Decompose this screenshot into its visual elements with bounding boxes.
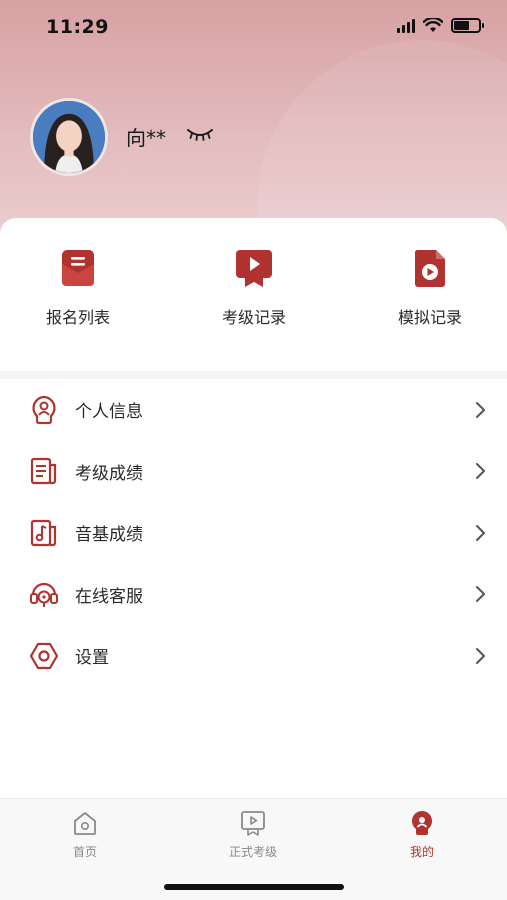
chevron-right-icon	[476, 401, 485, 418]
profile-icon	[412, 811, 432, 835]
quick-action-label: 模拟记录	[397, 308, 462, 327]
tab-home[interactable]: 首页	[30, 809, 140, 860]
eye-closed-icon[interactable]	[186, 124, 214, 144]
settings-icon	[29, 642, 59, 669]
quick-action-registration-list[interactable]: 报名列表	[8, 248, 148, 328]
menu-item-exam-scores[interactable]: 考级成绩	[0, 441, 507, 503]
menu-item-label: 个人信息	[75, 402, 143, 423]
play-video-icon	[236, 250, 272, 287]
menu-item-label: 考级成绩	[75, 463, 143, 484]
menu-list: 个人信息 考级成绩 音基成绩 在线客服 设置	[0, 379, 507, 687]
menu-item-label: 在线客服	[75, 586, 143, 607]
quick-actions-card: 报名列表 考级记录 模拟记录	[0, 218, 507, 373]
avatar-photo	[33, 101, 105, 173]
section-divider	[0, 371, 507, 379]
menu-item-personal-info[interactable]: 个人信息	[0, 379, 507, 441]
chevron-right-icon	[476, 586, 485, 603]
chevron-right-icon	[476, 463, 485, 480]
status-icons	[397, 18, 484, 33]
headset-icon	[30, 583, 58, 608]
status-time: 11:29	[46, 16, 109, 38]
home-icon	[74, 812, 96, 835]
grade-doc-icon	[30, 458, 57, 485]
tab-formal-exam[interactable]: 正式考级	[198, 809, 308, 860]
menu-item-label: 音基成绩	[75, 525, 143, 546]
quick-action-label: 报名列表	[45, 308, 110, 327]
tab-profile[interactable]: 我的	[367, 809, 477, 860]
cellular-signal-icon	[397, 18, 415, 33]
chevron-right-icon	[476, 524, 485, 541]
menu-item-settings[interactable]: 设置	[0, 625, 507, 687]
tab-label: 首页	[72, 845, 97, 859]
tab-label: 正式考级	[228, 845, 277, 859]
battery-icon	[451, 18, 484, 33]
wifi-icon	[423, 18, 443, 32]
chevron-right-icon	[476, 647, 485, 664]
home-indicator	[164, 884, 344, 890]
quick-action-mock-records[interactable]: 模拟记录	[360, 248, 500, 328]
menu-item-music-theory-scores[interactable]: 音基成绩	[0, 502, 507, 564]
music-doc-icon	[30, 519, 57, 546]
avatar[interactable]	[30, 98, 108, 176]
play-file-icon	[414, 250, 445, 287]
exam-video-icon	[241, 811, 265, 836]
menu-item-label: 设置	[75, 648, 109, 669]
user-name: 向**	[126, 126, 166, 150]
envelope-list-icon	[62, 250, 94, 286]
person-info-icon	[32, 395, 56, 424]
quick-action-label: 考级记录	[221, 308, 286, 327]
tab-label: 我的	[409, 845, 434, 859]
menu-item-online-support[interactable]: 在线客服	[0, 564, 507, 626]
status-bar: 11:29	[0, 0, 507, 56]
quick-action-exam-records[interactable]: 考级记录	[184, 248, 324, 328]
